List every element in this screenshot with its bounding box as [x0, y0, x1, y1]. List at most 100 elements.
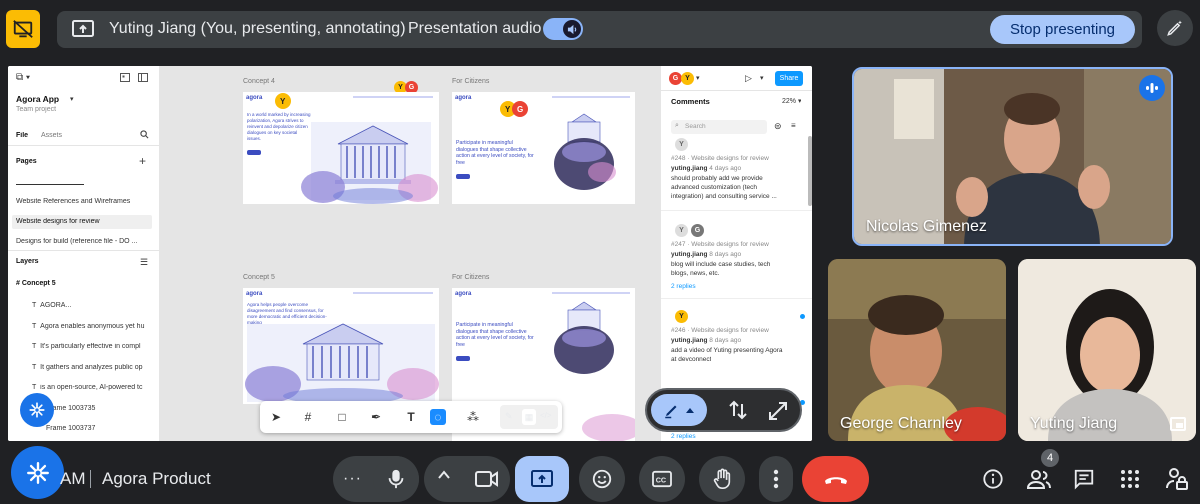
camera-button[interactable]	[464, 456, 510, 502]
svg-text:Y: Y	[505, 105, 511, 114]
chevron-up-icon[interactable]	[438, 470, 450, 480]
move-tool-icon[interactable]: ➤	[268, 409, 284, 425]
pen-tool-icon[interactable]: ✒	[368, 409, 384, 425]
present-button[interactable]	[515, 456, 569, 502]
comment-text: integration) and consulting service ...	[671, 193, 777, 200]
draw-icon: ✎	[505, 411, 513, 421]
activities-button[interactable]	[1113, 462, 1147, 496]
tab-assets[interactable]: Assets	[41, 132, 62, 139]
chevron-down-icon[interactable]: ▾	[760, 74, 764, 82]
layout-icon[interactable]	[120, 73, 130, 82]
participant-tile-yuting[interactable]: Yuting Jiang	[1018, 259, 1196, 441]
mic-group: ···	[333, 456, 419, 502]
avatar-y[interactable]: Y	[681, 72, 694, 85]
gemini-fab-small[interactable]	[20, 393, 54, 427]
screen-share-off-icon	[13, 20, 33, 38]
asterisk-icon	[26, 461, 49, 484]
comment-avatar: Y	[675, 224, 688, 237]
layer-item[interactable]: T is an open-source, AI-powered tc	[32, 384, 160, 391]
more-audio-options-icon[interactable]: ···	[343, 470, 362, 488]
sidebar-toggle-icon[interactable]	[138, 73, 148, 82]
comment-time: 8 days ago	[709, 251, 742, 258]
leave-call-button[interactable]	[802, 456, 869, 502]
shape-tool-icon[interactable]: □	[334, 409, 350, 425]
people-button[interactable]	[1022, 462, 1056, 496]
design-frame[interactable]: agora Participate in meaningful dialogue…	[452, 92, 635, 204]
frame-label: Concept 5	[243, 274, 275, 281]
layer-item[interactable]: T It gathers and analyzes public op	[32, 364, 160, 371]
file-name[interactable]: Agora App	[16, 94, 59, 104]
figma-toolbar: ➤ # □ ✒ T ◌ ⁂ ✎ ▦ </>	[260, 401, 562, 433]
design-frame[interactable]: agora Agora helps people overcome disagr…	[243, 288, 439, 404]
tab-file[interactable]: File	[16, 132, 28, 139]
fullscreen-icon[interactable]	[767, 398, 789, 422]
pen-tool-button[interactable]	[651, 394, 707, 426]
more-options-button[interactable]	[759, 456, 793, 502]
layers-list-icon[interactable]: ☰	[140, 257, 148, 268]
page-item[interactable]: Designs for build (reference file - DO .…	[16, 238, 156, 245]
figma-canvas[interactable]: Concept 4 For Citizens Concept 5 For Cit…	[160, 66, 660, 441]
participant-tile-nicolas[interactable]: Nicolas Gimenez	[852, 67, 1173, 246]
add-page-icon[interactable]: +	[139, 154, 146, 168]
layer-item[interactable]: T Agora enables anonymous yet hu	[32, 323, 160, 330]
chat-button[interactable]	[1067, 462, 1101, 496]
page-item-selected[interactable]: Website designs for review	[16, 218, 156, 225]
layer-item[interactable]: T It's particularly effective in compl	[32, 343, 160, 350]
raise-hand-button[interactable]	[699, 456, 745, 502]
info-icon	[983, 469, 1003, 489]
meeting-details-button[interactable]	[976, 462, 1010, 496]
host-controls-button[interactable]	[1160, 462, 1194, 496]
search-icon[interactable]	[140, 130, 149, 139]
comment-replies-link[interactable]: 2 replies	[671, 283, 696, 290]
presenting-title: Yuting Jiang (You, presenting, annotatin…	[109, 20, 406, 37]
video-feed	[828, 259, 1006, 441]
reactions-button[interactable]	[579, 456, 625, 502]
sort-icon[interactable]: ≡	[791, 121, 796, 130]
comment-text: at devconnect	[671, 356, 712, 363]
pip-icon[interactable]	[1170, 417, 1186, 431]
zoom-level[interactable]: 22% ▾	[782, 97, 801, 105]
presentation-off-indicator[interactable]	[6, 10, 40, 48]
layer-root[interactable]: # Concept 5	[16, 280, 56, 287]
chevron-down-icon[interactable]: ▾	[696, 74, 700, 82]
move-arrows-icon[interactable]	[727, 398, 749, 422]
shared-screen: ⧉ ▾ Agora App ▾ Team project File Assets…	[8, 66, 812, 441]
comment-avatar: G	[691, 224, 704, 237]
stop-presenting-button[interactable]: Stop presenting	[990, 15, 1135, 44]
dev-mode-toggle[interactable]: ✎ ▦ </>	[500, 405, 558, 429]
layer-label: It gathers and analyzes public op	[40, 364, 143, 371]
text-tool-icon[interactable]: T	[403, 409, 419, 425]
gemini-fab[interactable]	[11, 446, 64, 499]
comment-replies-link[interactable]: 2 replies	[671, 433, 696, 440]
comment-meta: #246 · Website designs for review	[671, 327, 769, 334]
search-icon: ⌕	[675, 122, 679, 129]
comment-tool-icon[interactable]: ◌	[430, 409, 446, 425]
share-button[interactable]: Share	[775, 71, 803, 86]
comment-search-input[interactable]: ⌕ Search	[671, 120, 767, 134]
comment-text: blogs, news, etc.	[671, 270, 720, 277]
comment-author-line: yuting.jiang 4 days ago	[671, 165, 741, 172]
page-item[interactable]: Website References and Wireframes	[16, 198, 156, 205]
participant-name: Yuting Jiang	[1030, 415, 1118, 432]
layer-item[interactable]: T AGORA...	[32, 302, 160, 309]
annotate-button[interactable]	[1157, 10, 1193, 46]
captions-button[interactable]: CC	[639, 456, 685, 502]
frame-tool-icon[interactable]: #	[300, 409, 316, 425]
layer-item[interactable]: Frame 1003737	[46, 425, 156, 432]
design-frame[interactable]: agora In a world marked by increasing po…	[243, 92, 439, 204]
scrollbar[interactable]	[808, 136, 812, 206]
presentation-audio-toggle[interactable]	[543, 18, 583, 40]
present-play-icon[interactable]: ▷	[745, 73, 752, 84]
actions-tool-icon[interactable]: ⁂	[465, 409, 481, 425]
chevron-down-icon[interactable]: ▾	[70, 95, 74, 103]
code-icon: </>	[540, 411, 552, 420]
pages-header: Pages	[16, 158, 37, 165]
layer-root-label: Concept 5	[21, 280, 56, 287]
layer-item[interactable]: Frame 1003735	[46, 405, 156, 412]
participant-tile-george[interactable]: George Charnley	[828, 259, 1006, 441]
meeting-time: AM	[60, 469, 86, 488]
mic-button[interactable]	[373, 456, 419, 502]
figma-menu-icon[interactable]: ⧉ ▾	[16, 72, 30, 83]
comment-text: add a video of Yuting presenting Agora	[671, 347, 783, 354]
filter-icon[interactable]: ⊜	[774, 121, 782, 132]
